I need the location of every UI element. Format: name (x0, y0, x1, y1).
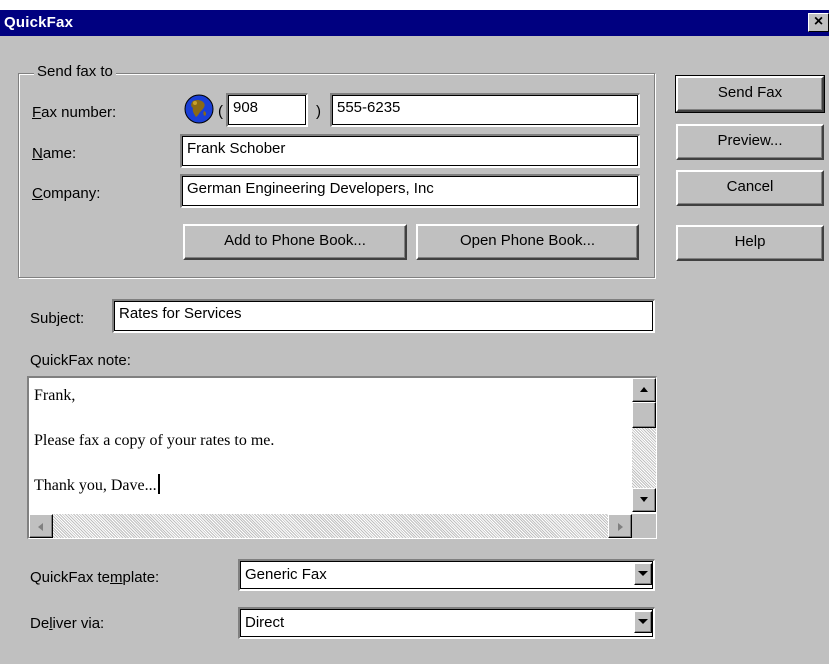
window-title: QuickFax (4, 14, 74, 31)
quickfax-note-textarea[interactable]: Frank, Please fax a copy of your rates t… (27, 376, 657, 539)
text-caret (157, 474, 160, 494)
send-fax-to-legend: Send fax to (34, 63, 116, 80)
preview-button[interactable]: Preview... (676, 124, 824, 160)
fax-number-label: Fax number: (32, 104, 117, 121)
open-phone-book-button[interactable]: Open Phone Book... (416, 224, 639, 260)
company-input[interactable]: German Engineering Developers, Inc (180, 174, 640, 208)
scroll-thumb[interactable] (632, 402, 656, 428)
note-line: Frank, (34, 387, 76, 404)
globe-icon[interactable] (184, 94, 214, 124)
chevron-down-icon (638, 619, 648, 624)
scroll-up-button[interactable] (632, 378, 656, 402)
scroll-down-button[interactable] (632, 488, 656, 512)
cancel-button[interactable]: Cancel (676, 170, 824, 206)
note-line: Please fax a copy of your rates to me. (34, 432, 275, 449)
subject-label: Subject: (30, 310, 85, 327)
company-label: Company: (32, 185, 101, 202)
deliver-via-dropdown-button[interactable] (634, 611, 652, 633)
name-label: Name: (32, 145, 77, 162)
close-button[interactable]: × (808, 13, 829, 32)
right-arrow-icon (618, 523, 623, 531)
note-horizontal-scrollbar[interactable] (29, 514, 632, 538)
deliver-via-select[interactable]: Direct (238, 607, 655, 639)
title-bar: QuickFax × (0, 10, 829, 36)
scroll-corner (632, 514, 656, 538)
area-code-open-paren: ( (218, 103, 223, 120)
quickfax-note-label: QuickFax note: (30, 352, 131, 369)
template-select[interactable]: Generic Fax (238, 559, 655, 591)
note-text: Frank, Please fax a copy of your rates t… (34, 382, 624, 500)
scroll-left-button[interactable] (29, 514, 53, 538)
subject-input[interactable]: Rates for Services (112, 299, 655, 333)
name-input[interactable]: Frank Schober (180, 134, 640, 168)
area-code-close-paren: ) (316, 103, 321, 120)
template-dropdown-button[interactable] (634, 563, 652, 585)
send-fax-button[interactable]: Send Fax (675, 75, 825, 113)
chevron-down-icon (638, 571, 648, 576)
note-line: Thank you, Dave... (34, 477, 157, 494)
left-arrow-icon (38, 523, 43, 531)
note-vertical-scrollbar[interactable] (632, 378, 656, 512)
close-icon: × (813, 13, 824, 30)
add-to-phone-book-button[interactable]: Add to Phone Book... (183, 224, 407, 260)
help-button[interactable]: Help (676, 225, 824, 261)
deliver-via-label: Deliver via: (30, 615, 105, 632)
scroll-right-button[interactable] (608, 514, 632, 538)
quickfax-template-label: QuickFax template: (30, 569, 160, 586)
fax-number-input[interactable]: 555-6235 (330, 93, 640, 127)
area-code-input[interactable]: 908 (226, 93, 308, 127)
down-arrow-icon (640, 497, 648, 502)
up-arrow-icon (640, 387, 648, 392)
